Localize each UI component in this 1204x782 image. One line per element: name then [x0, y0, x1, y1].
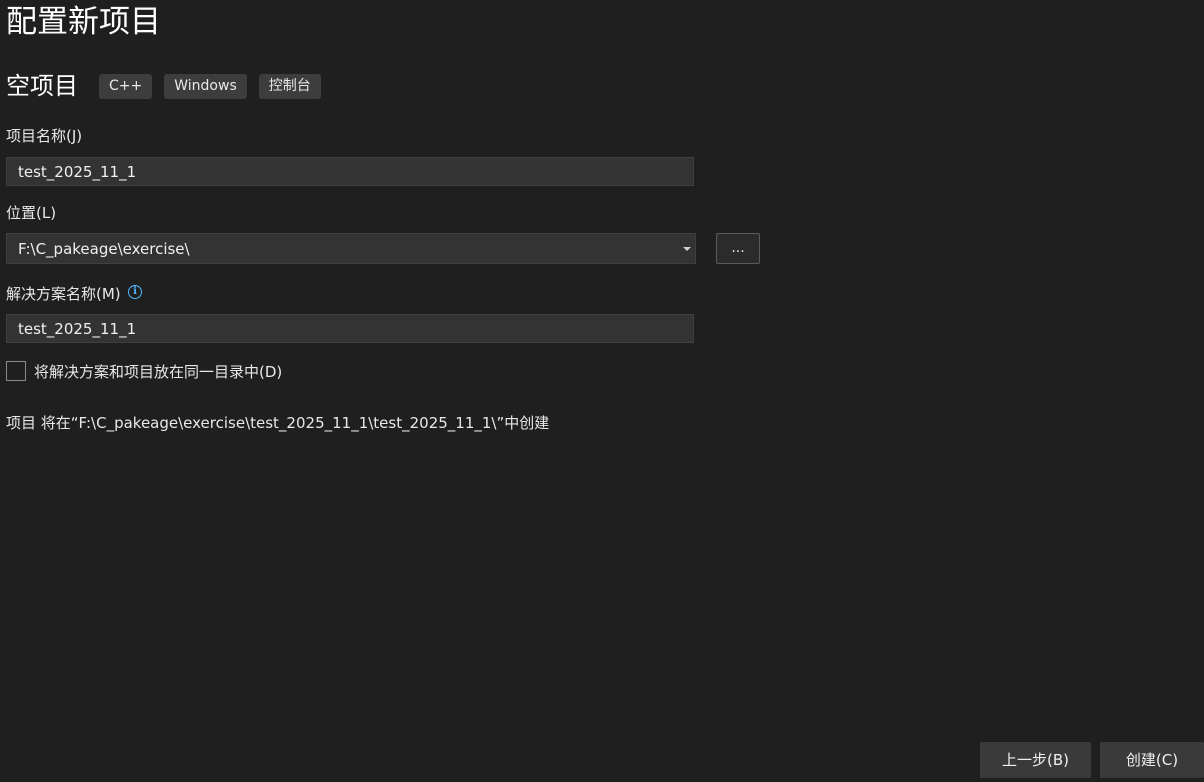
- project-name-input[interactable]: [6, 157, 694, 186]
- tag-cpp: C++: [99, 73, 153, 99]
- same-directory-checkbox[interactable]: [6, 361, 26, 381]
- same-directory-option[interactable]: 将解决方案和项目放在同一目录中(D): [6, 360, 282, 382]
- page-title: 配置新项目: [6, 4, 161, 40]
- configure-new-project-window: 配置新项目 空项目 C++ Windows 控制台 项目名称(J) 位置(L) …: [0, 0, 1204, 782]
- project-name-label: 项目名称(J): [6, 127, 83, 145]
- tag-console: 控制台: [258, 73, 321, 99]
- solution-name-input[interactable]: [6, 314, 694, 343]
- tag-windows: Windows: [164, 73, 247, 99]
- location-combobox[interactable]: F:\C_pakeage\exercise\: [6, 233, 696, 264]
- info-icon[interactable]: i: [128, 285, 142, 299]
- chevron-down-icon[interactable]: [683, 246, 691, 251]
- template-name: 空项目: [6, 72, 78, 100]
- create-button[interactable]: 创建(C): [1100, 742, 1204, 778]
- location-label: 位置(L): [6, 204, 57, 222]
- location-value[interactable]: F:\C_pakeage\exercise\: [7, 240, 683, 258]
- same-directory-label[interactable]: 将解决方案和项目放在同一目录中(D): [34, 361, 282, 382]
- solution-name-label: 解决方案名称(M): [6, 285, 121, 303]
- browse-location-button[interactable]: ...: [716, 233, 760, 264]
- project-location-summary: 项目 将在“F:\C_pakeage\exercise\test_2025_11…: [6, 414, 550, 432]
- template-summary: 空项目 C++ Windows 控制台: [6, 70, 333, 102]
- back-button[interactable]: 上一步(B): [980, 742, 1091, 778]
